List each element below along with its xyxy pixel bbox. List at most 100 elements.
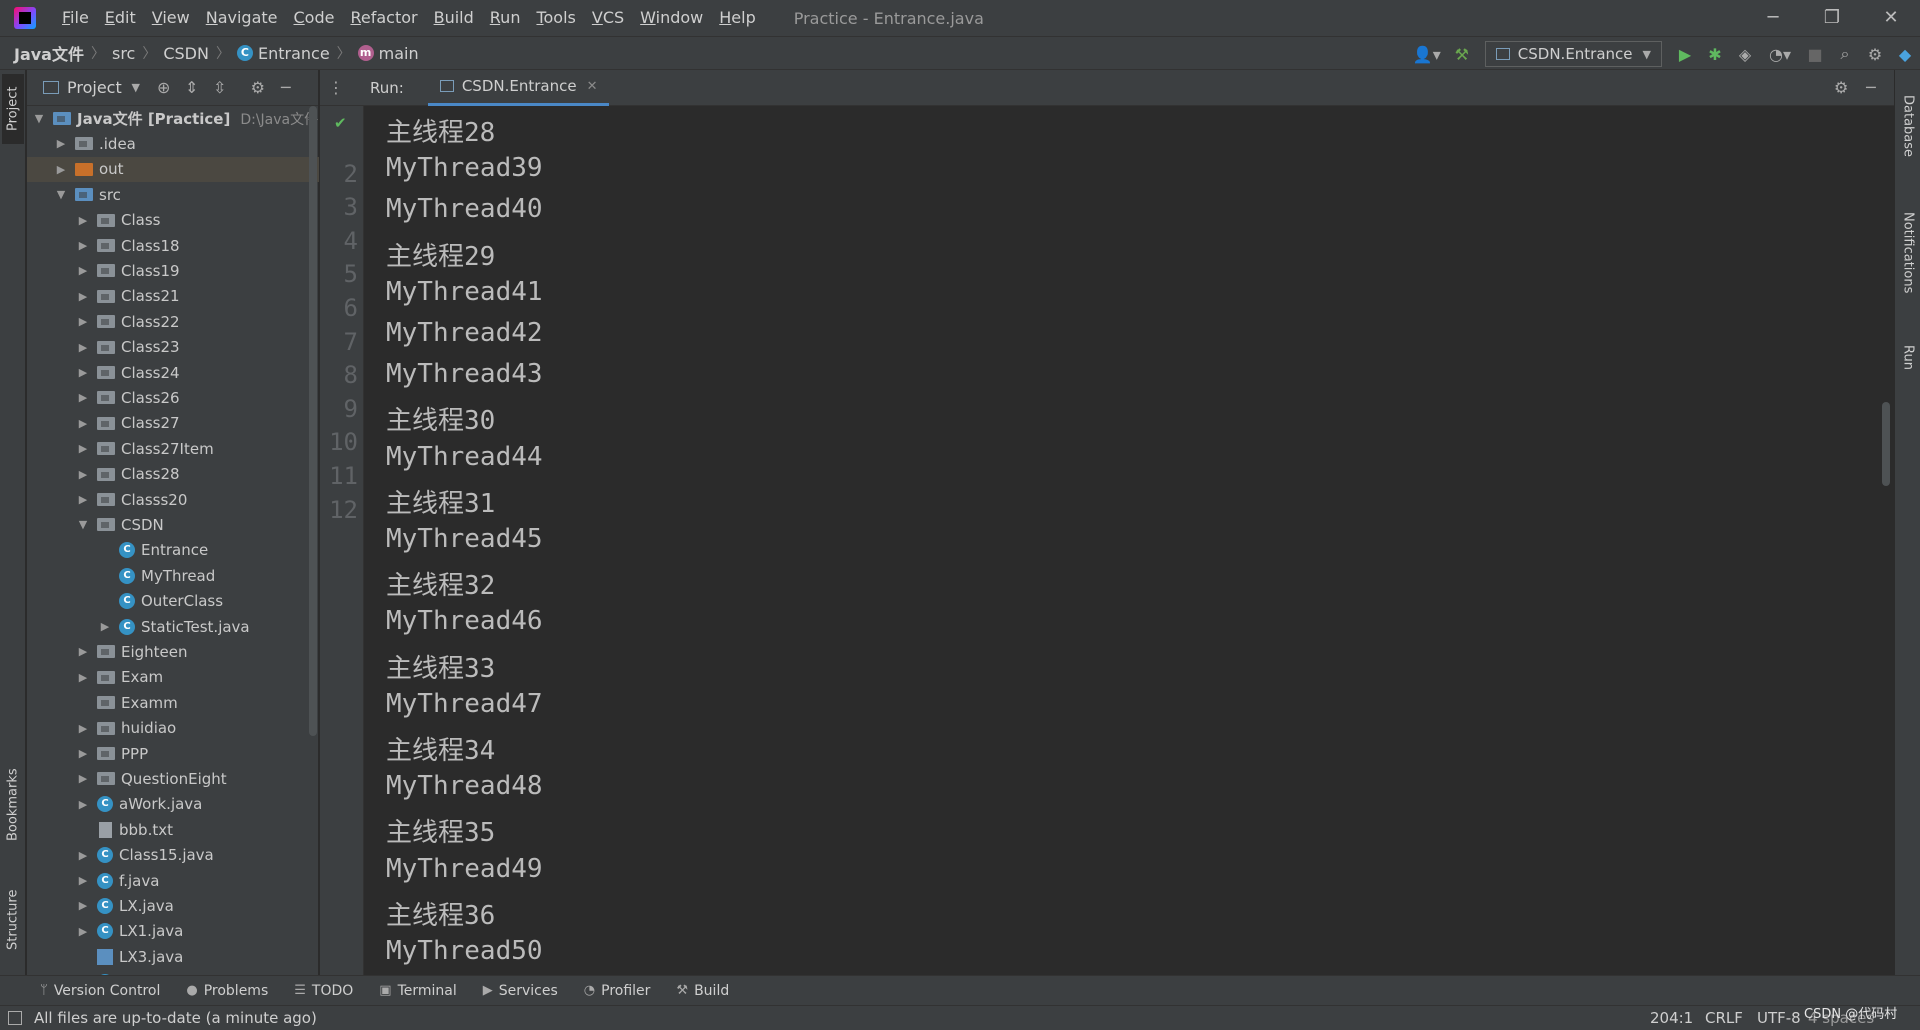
file-encoding[interactable]: UTF-8 bbox=[1757, 1006, 1801, 1030]
menu-help[interactable]: Help bbox=[711, 0, 763, 36]
console-output[interactable]: 主线程28 MyThread39 MyThread40 主线程29 MyThread41… bbox=[376, 106, 1894, 975]
profiler-tab[interactable]: ◔ Profiler bbox=[584, 983, 651, 999]
tree-root[interactable]: ▼ Java文件 [Practice] D:\Java文件 bbox=[27, 106, 319, 131]
chevron-right-icon[interactable]: ▶ bbox=[75, 925, 91, 938]
gear-icon[interactable]: ⚙ bbox=[1860, 37, 1890, 71]
chevron-right-icon[interactable]: ▶ bbox=[75, 849, 91, 862]
chevron-right-icon[interactable]: ▶ bbox=[75, 239, 91, 252]
tree-item[interactable]: C OuterClass bbox=[27, 589, 319, 614]
gear-icon[interactable]: ⚙ bbox=[244, 78, 272, 97]
chevron-right-icon[interactable]: ▶ bbox=[75, 899, 91, 912]
menu-vcs[interactable]: VCS bbox=[584, 0, 632, 36]
tree-item[interactable]: ▶ C LX1.java bbox=[27, 919, 319, 944]
terminal-tab[interactable]: ▣ Terminal bbox=[379, 983, 456, 999]
hide-panel-icon[interactable]: ─ bbox=[272, 78, 300, 97]
chevron-right-icon[interactable]: ▶ bbox=[75, 874, 91, 887]
chevron-right-icon[interactable]: ▶ bbox=[75, 722, 91, 735]
project-tool-tab[interactable]: Project bbox=[2, 74, 24, 144]
chevron-right-icon[interactable]: ▶ bbox=[75, 264, 91, 277]
tree-item[interactable]: ▶ C LX.java bbox=[27, 893, 319, 918]
project-tree-scrollbar[interactable] bbox=[309, 106, 317, 736]
chevron-right-icon[interactable]: ▶ bbox=[75, 214, 91, 227]
tree-item[interactable]: ▶ Classs20 bbox=[27, 487, 319, 512]
close-window-icon[interactable]: ✕ bbox=[1862, 0, 1920, 36]
chevron-down-icon[interactable]: ▼ bbox=[53, 188, 69, 201]
chevron-right-icon[interactable]: ▶ bbox=[75, 341, 91, 354]
tree-item[interactable]: ▶ QuestionEight bbox=[27, 766, 319, 791]
toggle-tool-windows-icon[interactable] bbox=[8, 1011, 22, 1025]
chevron-right-icon[interactable]: ▶ bbox=[97, 620, 113, 633]
tree-item[interactable]: ▶ huidiao bbox=[27, 716, 319, 741]
tree-item[interactable]: ▶ CaWork.java bbox=[27, 792, 319, 817]
breadcrumb-class[interactable]: C Entrance bbox=[236, 44, 330, 63]
project-panel-title[interactable]: Project bbox=[67, 78, 122, 97]
menu-file[interactable]: File bbox=[54, 0, 97, 36]
locate-file-icon[interactable]: ⊕ bbox=[150, 78, 178, 97]
chevron-right-icon[interactable]: ▶ bbox=[75, 493, 91, 506]
chevron-right-icon[interactable]: ▶ bbox=[75, 315, 91, 328]
structure-tool-tab[interactable]: Structure bbox=[2, 880, 24, 960]
more-options-icon[interactable]: ⋮ bbox=[328, 78, 344, 97]
breadcrumb-method[interactable]: m main bbox=[357, 44, 419, 63]
tree-item[interactable]: ▶ Class27Item bbox=[27, 436, 319, 461]
tree-item[interactable]: ▶ Class22 bbox=[27, 309, 319, 334]
tree-item[interactable]: ▶ Class bbox=[27, 208, 319, 233]
breadcrumb-project[interactable]: Java文件 bbox=[14, 41, 84, 65]
todo-tab[interactable]: ☰ TODO bbox=[294, 983, 353, 999]
chevron-right-icon[interactable]: ▶ bbox=[75, 772, 91, 785]
debug-icon[interactable]: ✱ bbox=[1700, 37, 1730, 71]
menu-view[interactable]: View bbox=[144, 0, 198, 36]
chevron-right-icon[interactable]: ▶ bbox=[75, 391, 91, 404]
chevron-right-icon[interactable]: ▶ bbox=[75, 798, 91, 811]
run-icon[interactable]: ▶ bbox=[1670, 37, 1700, 71]
tree-item[interactable]: ▶ Class19 bbox=[27, 258, 319, 283]
tree-item[interactable]: ▼ src bbox=[27, 182, 319, 207]
tree-item[interactable]: ▶ Eighteen bbox=[27, 639, 319, 664]
menu-tools[interactable]: Tools bbox=[528, 0, 583, 36]
tree-item[interactable]: ▶ PPP bbox=[27, 741, 319, 766]
run-tab-csdn-entrance[interactable]: CSDN.Entrance ✕ bbox=[427, 70, 610, 106]
tree-item[interactable]: ▶ Cf.java bbox=[27, 868, 319, 893]
gear-icon[interactable]: ⚙ bbox=[1834, 78, 1848, 97]
hide-panel-icon[interactable]: ─ bbox=[1866, 78, 1876, 97]
caret-position[interactable]: 204:1 bbox=[1650, 1006, 1693, 1030]
chevron-down-icon[interactable]: ▼ bbox=[31, 112, 47, 125]
close-tab-icon[interactable]: ✕ bbox=[587, 79, 598, 94]
tree-item[interactable]: ▶ out bbox=[27, 156, 319, 182]
menu-build[interactable]: Build bbox=[426, 0, 482, 36]
menu-run[interactable]: Run bbox=[482, 0, 529, 36]
stop-icon[interactable]: ■ bbox=[1800, 37, 1830, 71]
chevron-right-icon[interactable]: ▶ bbox=[75, 671, 91, 684]
chevron-right-icon[interactable]: ▶ bbox=[75, 442, 91, 455]
chevron-right-icon[interactable]: ▶ bbox=[75, 417, 91, 430]
menu-window[interactable]: Window bbox=[632, 0, 711, 36]
tree-item[interactable]: C Entrance bbox=[27, 538, 319, 563]
tree-item[interactable]: ▶ Class23 bbox=[27, 335, 319, 360]
collapse-all-icon[interactable]: ⇳ bbox=[206, 78, 234, 97]
tree-item[interactable]: ▶ Class27 bbox=[27, 411, 319, 436]
notifications-tool-tab[interactable]: Notifications bbox=[1897, 188, 1919, 318]
breadcrumb-package[interactable]: CSDN bbox=[163, 44, 209, 63]
tree-item[interactable]: ▶ Class18 bbox=[27, 233, 319, 258]
tree-item[interactable]: C MyThread bbox=[27, 563, 319, 588]
menu-edit[interactable]: Edit bbox=[97, 0, 144, 36]
chevron-right-icon[interactable]: ▶ bbox=[75, 366, 91, 379]
restore-icon[interactable]: ❐ bbox=[1803, 0, 1861, 36]
tree-item[interactable]: LX3.java bbox=[27, 944, 319, 969]
tree-item[interactable]: ▶ Class28 bbox=[27, 462, 319, 487]
chevron-right-icon[interactable]: ▶ bbox=[75, 468, 91, 481]
chevron-right-icon[interactable]: ▶ bbox=[53, 163, 69, 176]
run-tool-tab[interactable]: Run bbox=[1897, 332, 1919, 382]
bookmarks-tool-tab[interactable]: Bookmarks bbox=[2, 760, 24, 850]
chevron-right-icon[interactable]: ▶ bbox=[75, 290, 91, 303]
database-tool-tab[interactable]: Database bbox=[1897, 76, 1919, 176]
chevron-down-icon[interactable]: ▼ bbox=[122, 81, 150, 94]
build-tab[interactable]: ⚒ Build bbox=[676, 983, 729, 999]
tree-item[interactable]: Examm bbox=[27, 690, 319, 715]
intellij-logo-icon[interactable] bbox=[14, 7, 36, 29]
minimize-icon[interactable]: ─ bbox=[1744, 0, 1802, 36]
chevron-down-icon[interactable]: ▼ bbox=[75, 518, 91, 531]
tree-item[interactable]: ▼ CSDN bbox=[27, 512, 319, 537]
menu-refactor[interactable]: Refactor bbox=[342, 0, 425, 36]
version-control-tab[interactable]: ᛘ Version Control bbox=[40, 983, 160, 999]
